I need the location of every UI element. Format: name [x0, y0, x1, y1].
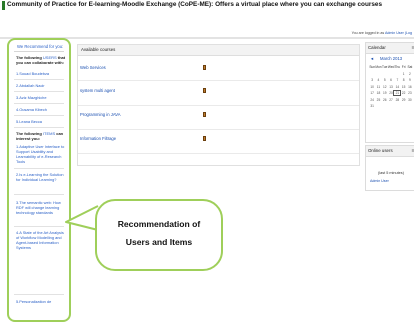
item-divider	[14, 168, 64, 169]
user-divider	[14, 79, 64, 80]
course-divider	[78, 153, 359, 154]
calendar-day[interactable]: 2	[407, 72, 413, 76]
calendar-prev-icon[interactable]: ◄	[370, 56, 374, 61]
login-text: You are logged in as	[351, 31, 385, 35]
calendar-month[interactable]: March 2013	[380, 56, 402, 61]
user-link-4[interactable]: 4.Ousama Kibech	[16, 107, 68, 112]
calendar-grid: Sun Mon Tue Wed Thu Fri Sat 1 2 3 4 5 6 7 8 9 10 11 12 13 14…	[369, 65, 414, 108]
available-courses-block: Available courses Web Services system mu…	[77, 44, 360, 166]
login-info: You are logged in as Admin User (Log	[352, 31, 412, 35]
user-link-3[interactable]: 3.Aziz Mazghiche	[16, 95, 68, 100]
recommendation-title: We Recommend for you:	[17, 44, 64, 49]
item-divider	[14, 194, 64, 195]
courses-title: Available courses	[81, 47, 116, 52]
calendar-weekday: Sat	[407, 65, 413, 69]
calendar-title: Calendar	[368, 45, 386, 50]
user-divider	[14, 127, 64, 128]
item-link-5[interactable]: 5.Personalization de	[16, 299, 68, 304]
calendar-day[interactable]: 9	[407, 78, 413, 82]
items-highlight: ITEMS	[42, 131, 56, 136]
recommendation-block: We Recommend for you: The following USER…	[7, 38, 71, 322]
recommendation-divider	[14, 51, 64, 52]
course-info-icon[interactable]	[203, 65, 206, 70]
item-divider	[14, 294, 64, 295]
online-users-title: Online users	[368, 148, 393, 153]
user-divider	[14, 103, 64, 104]
course-link-4[interactable]: Information Filtrage	[80, 136, 116, 141]
item-divider	[14, 226, 64, 227]
course-divider	[78, 80, 359, 81]
calendar-day	[407, 104, 413, 108]
calendar-day[interactable]: 30	[407, 98, 413, 102]
course-divider	[78, 105, 359, 106]
course-link-1[interactable]: Web Services	[80, 65, 106, 70]
course-info-icon[interactable]	[203, 112, 206, 117]
calendar-day[interactable]: 16	[407, 85, 413, 89]
item-link-1[interactable]: 1.Adaptive User Interface to Support Usa…	[16, 144, 68, 164]
online-users-header: Online users ≡	[366, 146, 414, 157]
user-divider	[14, 91, 64, 92]
calendar-day[interactable]: 23	[407, 91, 413, 95]
callout-line-1: Recommendation of	[117, 219, 201, 229]
user-divider	[14, 115, 64, 116]
site-title: Community of Practice for E-learning-Moo…	[7, 1, 383, 8]
callout-text: Recommendation of Users and Items	[97, 215, 221, 251]
user-link-2[interactable]: 2.Abdallah Nacir	[16, 83, 68, 88]
online-users-note: (last 5 minutes)	[378, 171, 404, 175]
course-link-3[interactable]: Programming in JAVA	[80, 112, 121, 117]
user-link-5[interactable]: 5.Leana Becca	[16, 119, 68, 124]
users-intro: The following USERS that you can collabo…	[16, 55, 68, 65]
item-link-4[interactable]: 4.A State of the Art Analysis of Workflo…	[16, 230, 68, 250]
online-user-link[interactable]: Admin User	[370, 179, 389, 183]
course-info-icon[interactable]	[203, 136, 206, 141]
online-users-block: Online users ≡ (last 5 minutes) Admin Us…	[365, 145, 414, 191]
items-intro: The following ITEMS can interest you:	[16, 131, 68, 141]
callout-line-2: Users and Items	[125, 237, 193, 247]
item-link-3[interactable]: 3.The semantic web: How RDF will change …	[16, 200, 68, 215]
login-user-link[interactable]: Admin User (Log	[385, 31, 412, 35]
logo-mark	[2, 1, 5, 10]
course-divider	[78, 129, 359, 130]
course-link-2[interactable]: system multi agent	[80, 88, 115, 93]
recommendation-callout: Recommendation of Users and Items	[95, 199, 223, 271]
calendar-block: Calendar ≡ ◄ March 2013 Sun Mon Tue Wed Thu F…	[365, 42, 414, 143]
courses-header: Available courses	[78, 45, 359, 56]
item-link-2[interactable]: 2.Is e-Learning the Solution for Individ…	[16, 172, 68, 182]
calendar-header: Calendar ≡	[366, 43, 414, 54]
user-link-1[interactable]: 1.Souad Boudebza	[16, 71, 68, 76]
page-header: Community of Practice for E-learning-Moo…	[0, 0, 414, 40]
course-info-icon[interactable]	[203, 88, 206, 93]
